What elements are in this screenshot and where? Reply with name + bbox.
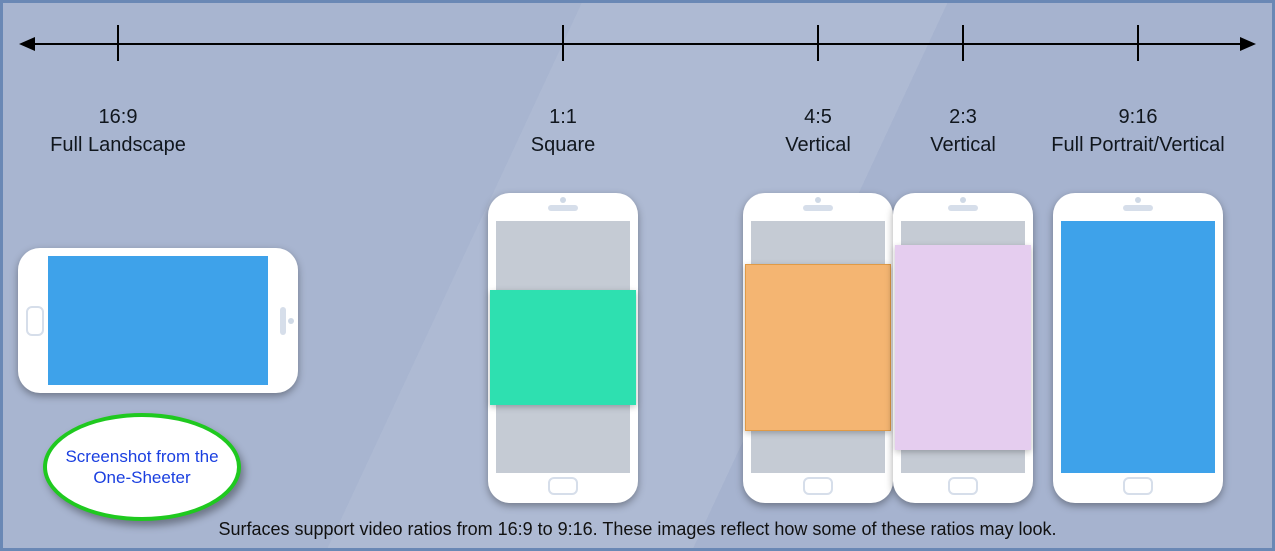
ratio-text: 1:1 — [531, 103, 596, 131]
ratio-label-2: 4:5 Vertical — [785, 103, 851, 159]
content-vertical-45 — [745, 264, 891, 431]
axis-tick-2 — [817, 25, 819, 61]
diagram-caption: Surfaces support video ratios from 16:9 … — [3, 519, 1272, 540]
phone-screen — [48, 256, 268, 385]
ratio-label-0: 16:9 Full Landscape — [50, 103, 186, 159]
ratio-title: Square — [531, 131, 596, 159]
ratio-title: Vertical — [785, 131, 851, 159]
ratio-label-3: 2:3 Vertical — [930, 103, 996, 159]
content-square-11 — [490, 290, 636, 405]
callout-text: Screenshot from the One-Sheeter — [47, 446, 237, 489]
ratio-text: 2:3 — [930, 103, 996, 131]
ratio-text: 16:9 — [50, 103, 186, 131]
ratio-title: Vertical — [930, 131, 996, 159]
home-button-icon — [948, 477, 978, 495]
earpiece-icon — [280, 307, 286, 335]
axis-arrow-left-icon — [19, 37, 35, 51]
earpiece-icon — [803, 205, 833, 211]
axis-arrow-right-icon — [1240, 37, 1256, 51]
phone-square-11 — [488, 193, 638, 503]
phone-screen — [1061, 221, 1215, 473]
ratio-diagram: 16:9 Full Landscape 1:1 Square 4:5 Verti… — [0, 0, 1275, 551]
camera-icon — [815, 197, 821, 203]
phone-landscape-169 — [18, 248, 298, 393]
earpiece-icon — [1123, 205, 1153, 211]
earpiece-icon — [948, 205, 978, 211]
axis-tick-1 — [562, 25, 564, 61]
ratio-label-4: 9:16 Full Portrait/Vertical — [1051, 103, 1224, 159]
ratio-label-1: 1:1 Square — [531, 103, 596, 159]
camera-icon — [1135, 197, 1141, 203]
phone-screen — [751, 221, 885, 473]
earpiece-icon — [548, 205, 578, 211]
phone-portrait-916 — [1053, 193, 1223, 503]
callout-ellipse: Screenshot from the One-Sheeter — [43, 413, 241, 521]
ratio-title: Full Portrait/Vertical — [1051, 131, 1224, 159]
content-vertical-23 — [895, 245, 1031, 450]
axis-line — [33, 43, 1242, 45]
axis-tick-3 — [962, 25, 964, 61]
home-button-icon — [803, 477, 833, 495]
ratio-title: Full Landscape — [50, 131, 186, 159]
phone-screen — [496, 221, 630, 473]
ratio-text: 4:5 — [785, 103, 851, 131]
axis-tick-4 — [1137, 25, 1139, 61]
camera-icon — [960, 197, 966, 203]
camera-icon — [288, 318, 294, 324]
home-button-icon — [26, 306, 44, 336]
ratio-text: 9:16 — [1051, 103, 1224, 131]
home-button-icon — [548, 477, 578, 495]
camera-icon — [560, 197, 566, 203]
phone-vertical-23 — [893, 193, 1033, 503]
phone-screen — [901, 221, 1025, 473]
axis-tick-0 — [117, 25, 119, 61]
home-button-icon — [1123, 477, 1153, 495]
phone-vertical-45 — [743, 193, 893, 503]
